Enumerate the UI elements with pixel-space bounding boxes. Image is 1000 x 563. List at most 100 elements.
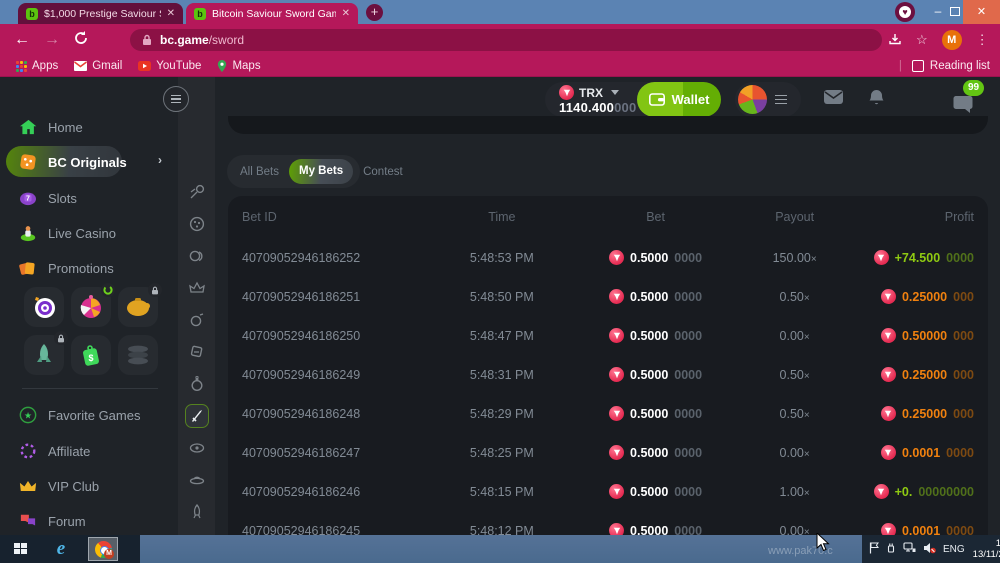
table-row[interactable]: 40709052946186247 5:48:25 PM 0.50000000 … <box>242 433 974 472</box>
game-tile-coins[interactable] <box>118 335 158 375</box>
profile-badge: M <box>104 549 114 559</box>
browser-titlebar: b $1,000 Prestige Saviour Sword C ✕ b Bi… <box>0 0 1000 24</box>
profile-avatar[interactable]: M <box>942 30 962 50</box>
keno-bomb-icon[interactable] <box>185 372 209 396</box>
table-row[interactable]: 40709052946186246 5:48:15 PM 0.50000000 … <box>242 472 974 511</box>
lock-icon <box>148 283 162 297</box>
chrome-taskbar-button[interactable]: M <box>88 537 118 561</box>
sidebar-item-promotions[interactable]: Promotions <box>0 253 178 283</box>
bookmark-gmail[interactable]: Gmail <box>74 60 122 72</box>
cube-game-icon[interactable] <box>185 340 209 364</box>
crown-gems-icon[interactable] <box>185 276 209 300</box>
bet-time: 5:48:53 PM <box>432 251 571 265</box>
bet-time: 5:48:25 PM <box>432 446 571 460</box>
chevron-right-icon[interactable]: › <box>158 153 162 167</box>
bet-time: 5:48:29 PM <box>432 407 571 421</box>
reload-icon[interactable] <box>74 31 88 50</box>
taskbar-clock[interactable]: 18:14 13/11/2021 <box>973 538 1000 560</box>
game-tile-rocket[interactable] <box>24 335 64 375</box>
bookmark-youtube[interactable]: YouTube <box>138 60 201 72</box>
promotions-icon <box>18 258 38 278</box>
bookmark-apps[interactable]: Apps <box>16 60 58 72</box>
power-plug-icon[interactable] <box>886 542 896 557</box>
col-header-bet-id: Bet ID <box>242 210 432 224</box>
coins-icon[interactable] <box>185 244 209 268</box>
plinko-ball-icon[interactable] <box>185 308 209 332</box>
tab-close-icon[interactable]: ✕ <box>167 8 175 19</box>
crash-comet-icon[interactable] <box>185 180 209 204</box>
bet-payout: 1.00× <box>740 485 850 499</box>
sidebar-item-home[interactable]: Home <box>0 112 178 142</box>
address-bar[interactable]: bc.game/sword <box>130 29 882 51</box>
table-row[interactable]: 40709052946186252 5:48:53 PM 0.50000000 … <box>242 238 974 277</box>
table-row[interactable]: 40709052946186251 5:48:50 PM 0.50000000 … <box>242 277 974 316</box>
divider: | <box>899 60 902 72</box>
rocket-game-icon[interactable] <box>185 500 209 524</box>
download-icon[interactable] <box>888 32 902 49</box>
wallet-button[interactable]: Wallet <box>637 82 721 117</box>
sword-game-icon-active[interactable] <box>185 404 209 428</box>
table-row[interactable]: 40709052946186248 5:48:29 PM 0.50000000 … <box>242 394 974 433</box>
table-row[interactable]: 40709052946186250 5:48:47 PM 0.50000000 … <box>242 316 974 355</box>
bet-id: 40709052946186248 <box>242 407 432 421</box>
browser-tab-2-active[interactable]: b Bitcoin Saviour Sword Game - Pla ✕ <box>186 3 358 24</box>
game-tile-piggy[interactable] <box>118 287 158 327</box>
bookmark-star-icon[interactable]: ☆ <box>916 32 928 48</box>
network-icon[interactable] <box>903 542 916 556</box>
trx-coin-icon <box>609 484 624 499</box>
sidebar-collapse-button[interactable] <box>163 86 189 112</box>
window-close-button[interactable]: ✕ <box>963 0 1000 24</box>
window-minimize-button[interactable]: – <box>926 0 950 24</box>
eye-game-icon[interactable] <box>185 436 209 460</box>
reading-list[interactable]: | Reading list <box>899 60 990 72</box>
sidebar-item-live-casino[interactable]: Live Casino <box>0 218 178 248</box>
action-center-flag-icon[interactable] <box>869 542 879 557</box>
sidebar-item-slots[interactable]: 7 Slots <box>0 183 178 213</box>
target-spiral-icon <box>31 294 57 320</box>
language-indicator[interactable]: ENG <box>943 544 965 555</box>
browser-tab-1[interactable]: b $1,000 Prestige Saviour Sword C ✕ <box>18 3 183 24</box>
tab-all-bets[interactable]: All Bets <box>232 166 287 178</box>
dollar-tag-icon: $ <box>79 342 103 368</box>
internet-explorer-icon[interactable]: e <box>46 537 76 561</box>
tab-close-icon[interactable]: ✕ <box>342 8 350 19</box>
user-avatar[interactable] <box>738 85 767 114</box>
trx-coin-icon <box>559 85 574 100</box>
sidebar: Home BC Originals › 7 Slots Live <box>0 77 178 535</box>
window-maximize-button[interactable] <box>950 7 960 16</box>
col-header-profit: Profit <box>850 210 974 224</box>
game-tile-dollar-tag[interactable]: $ <box>71 335 111 375</box>
start-button[interactable] <box>6 537 36 561</box>
sidebar-item-favorite-games[interactable]: ★ Favorite Games <box>0 400 178 430</box>
table-row[interactable]: 40709052946186249 5:48:31 PM 0.50000000 … <box>242 355 974 394</box>
tab-my-bets-active[interactable]: My Bets <box>289 159 353 184</box>
sidebar-item-bc-originals[interactable]: BC Originals <box>0 147 178 177</box>
svg-text:★: ★ <box>24 411 32 421</box>
reading-list-icon <box>912 60 924 72</box>
mail-icon[interactable] <box>823 89 844 110</box>
trx-coin-icon <box>609 445 624 460</box>
gmail-icon <box>74 61 87 71</box>
user-menu[interactable] <box>735 82 801 117</box>
ufo-game-icon[interactable] <box>185 468 209 492</box>
sidebar-item-affiliate[interactable]: Affiliate <box>0 436 178 466</box>
media-control-button[interactable]: ♥ <box>895 2 915 22</box>
sidebar-item-vip-club[interactable]: VIP Club <box>0 471 178 501</box>
chat-icon[interactable] <box>953 95 973 118</box>
new-tab-button[interactable]: + <box>366 4 383 21</box>
game-tile-wheel[interactable] <box>71 287 111 327</box>
bookmark-maps[interactable]: Maps <box>217 60 260 72</box>
bet-id: 40709052946186251 <box>242 290 432 304</box>
game-tile-target[interactable] <box>24 287 64 327</box>
dice-ball-icon[interactable] <box>185 212 209 236</box>
sidebar-item-forum[interactable]: Forum <box>0 506 178 535</box>
bet-id: 40709052946186250 <box>242 329 432 343</box>
back-icon[interactable]: ← <box>14 31 30 49</box>
speaker-muted-icon[interactable] <box>923 542 936 557</box>
menu-dots-icon[interactable]: ⋮ <box>976 32 989 48</box>
table-row[interactable]: 40709052946186245 5:48:12 PM 0.50000000 … <box>242 511 974 535</box>
bell-icon[interactable] <box>868 89 885 112</box>
tab-contest[interactable]: Contest <box>355 166 411 178</box>
trx-coin-icon <box>609 406 624 421</box>
forward-icon[interactable]: → <box>44 31 60 49</box>
